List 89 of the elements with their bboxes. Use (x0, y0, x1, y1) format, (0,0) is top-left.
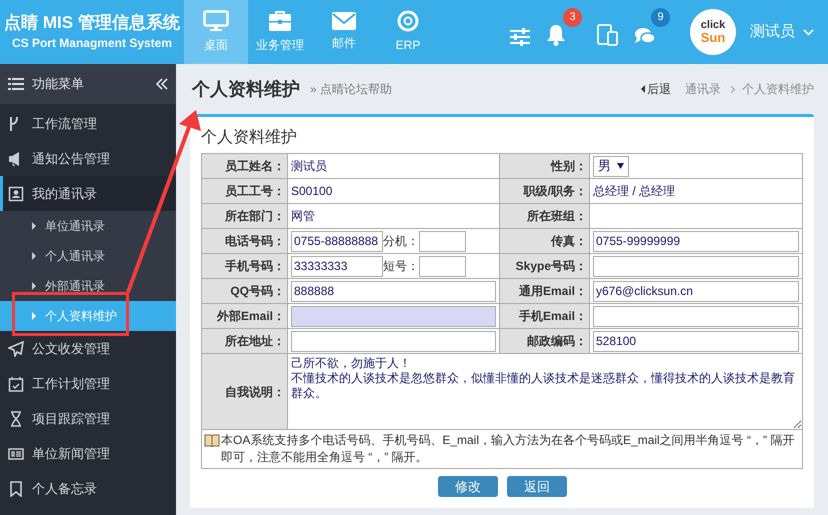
input-field[interactable] (419, 256, 466, 276)
caret-right-icon (32, 282, 36, 290)
submenu-item[interactable]: 单位通讯录 (0, 211, 176, 241)
field-value: 总经理 / 总经理 (593, 184, 676, 198)
field-label: 邮政编码： (500, 328, 590, 354)
bell-icon (546, 24, 566, 46)
contact-card-icon (8, 186, 24, 202)
field-label: 手机Email： (500, 304, 590, 328)
input-field[interactable] (291, 306, 496, 326)
info-note: 本OA系统支持多个电话号码、手机号码、E_mail，输入方法为在各个号码或E_mail之间用半角逗号 “，” 隔开即可，注意不能用全角逗号 “，” 隔开。 (221, 432, 796, 466)
chevron-down-icon (803, 28, 814, 36)
sidebar-item[interactable]: 个人备忘录 (0, 471, 176, 506)
gender-select[interactable]: 男 (593, 156, 629, 176)
field-value: 测试员 (291, 159, 327, 173)
paper-plane-icon (8, 340, 24, 356)
toolbar-button[interactable]: 3 (546, 8, 582, 50)
toolbar-button[interactable]: 9 (634, 8, 670, 50)
count-badge: 3 (563, 8, 582, 27)
logo-text: Sun (700, 31, 726, 44)
sidebar-item[interactable]: 工作计划管理 (0, 366, 176, 401)
input-field[interactable]: y676@clicksun.cn (593, 280, 799, 302)
caret-left-icon (641, 85, 645, 93)
field-label: 所在班组： (500, 204, 590, 228)
count-badge: 9 (651, 8, 670, 27)
app-subtitle: CS Port Managment System (12, 34, 172, 52)
page-title: 个人资料维护 (192, 78, 300, 100)
bookmark-icon (8, 480, 24, 496)
input-field[interactable]: 888888 (291, 280, 496, 302)
sidebar-item[interactable]: 项目跟踪管理 (0, 401, 176, 436)
field-label: 员工工号： (202, 178, 288, 204)
form-title: 个人资料维护 (201, 128, 298, 148)
input-field[interactable]: 0755-88888888 (291, 230, 383, 252)
field-label: QQ号码： (202, 278, 288, 304)
input-field[interactable]: 528100 (593, 330, 799, 352)
collapse-icon[interactable] (156, 78, 168, 90)
app-title: 点睛 MIS 管理信息系统 (4, 12, 180, 34)
text-area[interactable]: 己所不欲，勿施于人！ 不懂技术的人谈技术是忽悠群众，似懂非懂的人谈技术是迷惑群众，懂得技术的人谈技术是教育群众。 (288, 354, 802, 429)
book-icon (204, 434, 220, 447)
field-label: 外部Email： (202, 304, 288, 328)
field-label: Skype号码： (500, 254, 590, 278)
submenu-item[interactable]: 个人通讯录 (0, 241, 176, 271)
sidebar-item[interactable]: 工作流管理 (0, 106, 176, 141)
sidebar-item[interactable]: 我的通讯录 (0, 176, 176, 211)
field-label: 自我说明： (202, 354, 288, 430)
form-button[interactable]: 修改 (438, 476, 498, 497)
briefcase-icon (268, 10, 292, 32)
input-field[interactable] (593, 256, 799, 276)
chat-bubbles-icon (634, 26, 656, 46)
sidebar-item[interactable]: 通知公告管理 (0, 141, 176, 176)
caret-right-icon (32, 252, 36, 260)
input-field[interactable]: 33333333 (291, 256, 383, 276)
logo-avatar[interactable]: click Sun (690, 9, 736, 55)
form-button[interactable]: 返回 (507, 476, 567, 497)
hourglass-icon (8, 410, 24, 426)
dropdown-arrow-icon (617, 163, 624, 169)
list-icon (8, 78, 24, 90)
calendar-icon (8, 376, 24, 392)
caret-right-icon (32, 222, 36, 230)
logo-text: click (700, 20, 726, 31)
field-label: 员工姓名： (202, 154, 288, 178)
browser-icon (397, 10, 419, 32)
field-label: 短号： (383, 258, 419, 275)
field-value: 网管 (291, 209, 315, 223)
field-label: 所在部门： (202, 204, 288, 228)
caret-right-icon (32, 312, 36, 320)
field-label: 性别： (500, 154, 590, 178)
field-label: 通用Email： (500, 278, 590, 304)
input-field[interactable] (419, 230, 466, 252)
field-label: 传真： (500, 228, 590, 254)
field-label: 手机号码： (202, 254, 288, 278)
back-link[interactable]: 后退 (641, 80, 671, 98)
field-label: 所在地址： (202, 328, 288, 354)
field-label: 职级/职务： (500, 178, 590, 204)
input-field[interactable] (291, 330, 496, 352)
field-value: S00100 (291, 184, 332, 198)
input-field[interactable] (593, 306, 799, 326)
submenu-item[interactable]: 外部通讯录 (0, 271, 176, 301)
field-label: 分机： (383, 233, 419, 250)
tablet-phone-icon (597, 24, 619, 46)
envelope-icon (332, 12, 356, 30)
sidebar-item[interactable]: 公文收发管理 (0, 331, 176, 366)
input-field[interactable]: 0755-99999999 (593, 230, 799, 252)
newspaper-icon (8, 446, 24, 462)
sliders-icon (510, 28, 530, 46)
monitor-icon (203, 10, 229, 32)
help-link[interactable]: » 点晴论坛帮助 (310, 80, 392, 98)
field-label: 电话号码： (202, 228, 288, 254)
sidebar-item[interactable]: 单位新闻管理 (0, 436, 176, 471)
menu-title: 功能菜单 (32, 75, 85, 94)
